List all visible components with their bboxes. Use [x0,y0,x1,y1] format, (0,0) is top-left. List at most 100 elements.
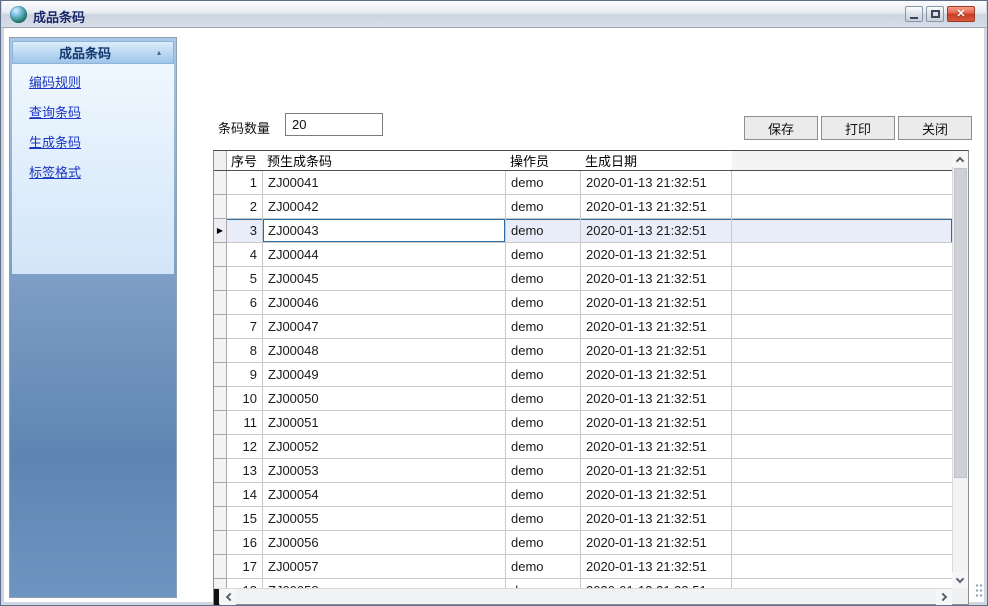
vertical-scroll-thumb[interactable] [954,168,967,478]
cell-seq[interactable]: 16 [227,531,263,555]
cell-date[interactable]: 2020-01-13 21:32:51 [581,363,732,387]
cell-date[interactable]: 2020-01-13 21:32:51 [581,339,732,363]
row-selector-cell[interactable]: ▶ [214,219,227,243]
row-selector-cell[interactable] [214,555,227,579]
sidebar-item-query-barcode[interactable]: 查询条码 [29,104,174,121]
cell-seq[interactable]: 6 [227,291,263,315]
sidebar-item-generate-barcode[interactable]: 生成条码 [29,134,174,151]
cell-operator[interactable]: demo [506,291,581,315]
table-row[interactable]: 1 ZJ00041 demo 2020-01-13 21:32:51 [214,171,952,195]
cell-operator[interactable]: demo [506,171,581,195]
row-selector-cell[interactable] [214,267,227,291]
table-row[interactable]: 5 ZJ00045 demo 2020-01-13 21:32:51 [214,267,952,291]
cell-barcode[interactable]: ZJ00058 [263,579,506,588]
table-row[interactable]: 18 ZJ00058 demo 2020-01-13 21:32:51 [214,579,952,588]
cell-operator[interactable]: demo [506,315,581,339]
table-row[interactable]: 9 ZJ00049 demo 2020-01-13 21:32:51 [214,363,952,387]
cell-date[interactable]: 2020-01-13 21:32:51 [581,171,732,195]
cell-filler[interactable] [732,315,952,339]
row-selector-cell[interactable] [214,459,227,483]
cell-barcode[interactable]: ZJ00048 [263,339,506,363]
cell-barcode[interactable]: ZJ00041 [263,171,506,195]
cell-date[interactable]: 2020-01-13 21:32:51 [581,459,732,483]
row-selector-cell[interactable] [214,435,227,459]
cell-date[interactable]: 2020-01-13 21:32:51 [581,195,732,219]
cell-filler[interactable] [732,387,952,411]
resize-grip[interactable] [975,583,983,599]
cell-filler[interactable] [732,555,952,579]
row-selector-cell[interactable] [214,387,227,411]
close-button[interactable]: ✕ [947,6,975,22]
cell-date[interactable]: 2020-01-13 21:32:51 [581,243,732,267]
table-row[interactable]: 17 ZJ00057 demo 2020-01-13 21:32:51 [214,555,952,579]
cell-filler[interactable] [732,483,952,507]
close-form-button[interactable]: 关闭 [898,116,972,140]
scroll-right-arrow-icon[interactable] [936,589,952,605]
cell-filler[interactable] [732,195,952,219]
cell-seq[interactable]: 4 [227,243,263,267]
cell-seq[interactable]: 5 [227,267,263,291]
cell-filler[interactable] [732,531,952,555]
minimize-button[interactable] [905,6,923,22]
cell-seq[interactable]: 12 [227,435,263,459]
cell-operator[interactable]: demo [506,507,581,531]
cell-date[interactable]: 2020-01-13 21:32:51 [581,435,732,459]
save-button[interactable]: 保存 [744,116,818,140]
cell-seq[interactable]: 18 [227,579,263,588]
cell-filler[interactable] [732,363,952,387]
cell-seq[interactable]: 1 [227,171,263,195]
cell-operator[interactable]: demo [506,459,581,483]
cell-barcode[interactable]: ZJ00046 [263,291,506,315]
cell-filler[interactable] [732,267,952,291]
cell-barcode[interactable]: ZJ00051 [263,411,506,435]
row-selector-cell[interactable] [214,315,227,339]
sidebar-item-label-format[interactable]: 标签格式 [29,164,174,181]
cell-seq[interactable]: 3 [227,219,263,243]
cell-barcode[interactable]: ZJ00053 [263,459,506,483]
cell-barcode[interactable]: ZJ00056 [263,531,506,555]
cell-operator[interactable]: demo [506,195,581,219]
cell-barcode[interactable]: ZJ00043 [263,219,506,243]
table-row[interactable]: ▶ 3 ZJ00043 demo 2020-01-13 21:32:51 [214,219,952,243]
row-selector-cell[interactable] [214,291,227,315]
cell-seq[interactable]: 2 [227,195,263,219]
cell-seq[interactable]: 9 [227,363,263,387]
cell-date[interactable]: 2020-01-13 21:32:51 [581,579,732,588]
table-row[interactable]: 10 ZJ00050 demo 2020-01-13 21:32:51 [214,387,952,411]
cell-filler[interactable] [732,579,952,588]
row-selector-cell[interactable] [214,363,227,387]
cell-filler[interactable] [732,459,952,483]
cell-barcode[interactable]: ZJ00055 [263,507,506,531]
cell-filler[interactable] [732,339,952,363]
cell-seq[interactable]: 7 [227,315,263,339]
cell-operator[interactable]: demo [506,267,581,291]
row-selector-cell[interactable] [214,339,227,363]
horizontal-scrollbar[interactable] [214,588,952,604]
row-selector-cell[interactable] [214,411,227,435]
table-row[interactable]: 12 ZJ00052 demo 2020-01-13 21:32:51 [214,435,952,459]
cell-barcode[interactable]: ZJ00057 [263,555,506,579]
cell-operator[interactable]: demo [506,219,581,243]
row-selector-cell[interactable] [214,579,227,588]
table-row[interactable]: 11 ZJ00051 demo 2020-01-13 21:32:51 [214,411,952,435]
table-row[interactable]: 14 ZJ00054 demo 2020-01-13 21:32:51 [214,483,952,507]
cell-filler[interactable] [732,171,952,195]
table-row[interactable]: 7 ZJ00047 demo 2020-01-13 21:32:51 [214,315,952,339]
print-button[interactable]: 打印 [821,116,895,140]
cell-date[interactable]: 2020-01-13 21:32:51 [581,411,732,435]
cell-operator[interactable]: demo [506,363,581,387]
cell-operator[interactable]: demo [506,483,581,507]
cell-operator[interactable]: demo [506,243,581,267]
cell-date[interactable]: 2020-01-13 21:32:51 [581,531,732,555]
cell-barcode[interactable]: ZJ00050 [263,387,506,411]
row-selector-cell[interactable] [214,531,227,555]
cell-barcode[interactable]: ZJ00049 [263,363,506,387]
row-selector-cell[interactable] [214,195,227,219]
table-row[interactable]: 15 ZJ00055 demo 2020-01-13 21:32:51 [214,507,952,531]
cell-date[interactable]: 2020-01-13 21:32:51 [581,267,732,291]
table-row[interactable]: 16 ZJ00056 demo 2020-01-13 21:32:51 [214,531,952,555]
cell-seq[interactable]: 8 [227,339,263,363]
table-row[interactable]: 4 ZJ00044 demo 2020-01-13 21:32:51 [214,243,952,267]
cell-operator[interactable]: demo [506,411,581,435]
cell-filler[interactable] [732,507,952,531]
